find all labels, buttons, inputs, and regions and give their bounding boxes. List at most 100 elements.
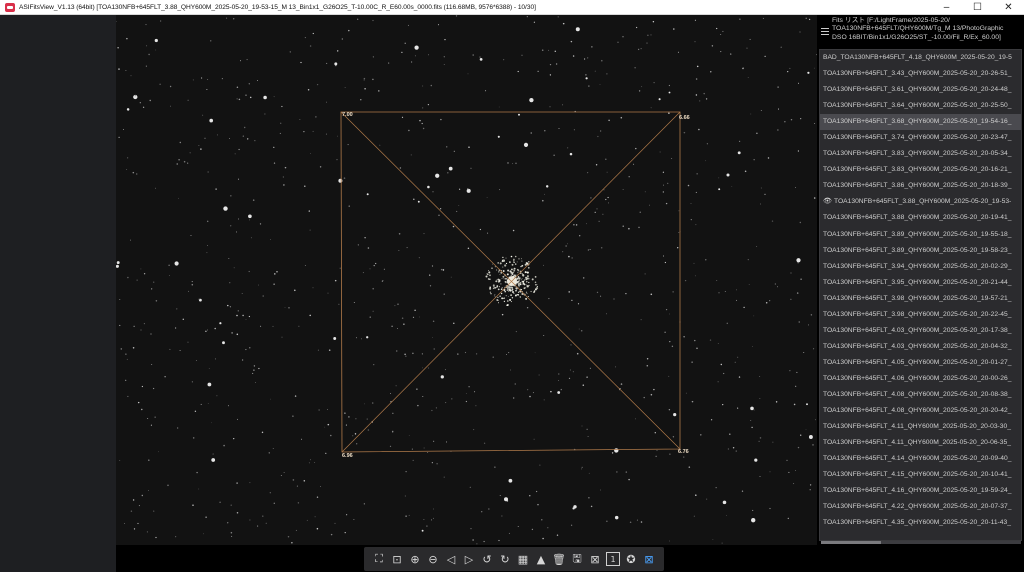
file-list-item[interactable]: TOA130NFB+645FLT_3.64_QHY600M_2025-05-20…	[820, 98, 1021, 114]
fits-list-header: Fits リスト [F:/LightFrame/2025-05-20/ TOA1…	[817, 15, 1024, 48]
file-list-item[interactable]: TOA130NFB+645FLT_4.06_QHY600M_2025-05-20…	[820, 371, 1021, 387]
file-list-item[interactable]: TOA130NFB+645FLT_4.22_QHY600M_2025-05-20…	[820, 499, 1021, 515]
image-toolbar: ⛶ ⊡ ⊕ ⊖ ◁ ▷ ↺ ↻ ▦ ▲ 🗑 🖫 ⊠ 1 ✪ ⊠	[364, 547, 664, 571]
eye-icon: 👁	[823, 198, 832, 206]
file-list-item[interactable]: TOA130NFB+645FLT_4.16_QHY600M_2025-05-20…	[820, 483, 1021, 499]
file-name: TOA130NFB+645FLT_4.05_QHY600M_2025-05-20…	[823, 358, 1012, 366]
file-list-item[interactable]: TOA130NFB+645FLT_3.95_QHY600M_2025-05-20…	[820, 275, 1021, 291]
file-name: TOA130NFB+645FLT_3.98_QHY600M_2025-05-20…	[823, 310, 1012, 318]
file-name: TOA130NFB+645FLT_4.35_QHY600M_2025-05-20…	[823, 519, 1011, 527]
zoom-in-icon[interactable]: ⊕	[408, 552, 422, 566]
file-list-item[interactable]: TOA130NFB+645FLT_4.11_QHY600M_2025-05-20…	[820, 435, 1021, 451]
stretch-icon[interactable]: ▦	[516, 552, 530, 566]
file-name: TOA130NFB+645FLT_4.11_QHY600M_2025-05-20…	[823, 423, 1011, 431]
file-list-item[interactable]: TOA130NFB+645FLT_3.89_QHY600M_2025-05-20…	[820, 243, 1021, 259]
image-viewport[interactable]: 7.00 6.66 6.96 6.76	[116, 15, 817, 545]
file-name: TOA130NFB+645FLT_4.08_QHY600M_2025-05-20…	[823, 390, 1012, 398]
zoom-out-icon[interactable]: ⊖	[426, 552, 440, 566]
tilt-label-bottom-right: 6.76	[678, 449, 689, 455]
file-list-item[interactable]: TOA130NFB+645FLT_3.86_QHY600M_2025-05-20…	[820, 178, 1021, 194]
compare-icon[interactable]: ⊠	[588, 552, 602, 566]
file-list-scrollbar[interactable]	[821, 541, 1021, 544]
file-name: TOA130NFB+645FLT_3.74_QHY600M_2025-05-20…	[823, 134, 1012, 142]
file-list-item[interactable]: TOA130NFB+645FLT_4.05_QHY600M_2025-05-20…	[820, 355, 1021, 371]
file-list-item[interactable]: TOA130NFB+645FLT_4.11_QHY600M_2025-05-20…	[820, 419, 1021, 435]
one-to-one-icon[interactable]: 1	[606, 552, 620, 566]
star-field: 7.00 6.66 6.96 6.76	[116, 15, 817, 545]
file-name: TOA130NFB+645FLT_3.89_QHY600M_2025-05-20…	[823, 230, 1012, 238]
file-list-item[interactable]: TOA130NFB+645FLT_3.98_QHY600M_2025-05-20…	[820, 307, 1021, 323]
file-name: TOA130NFB+645FLT_3.88_QHY600M_2025-05-20…	[823, 214, 1012, 222]
file-list-item[interactable]: TOA130NFB+645FLT_4.15_QHY600M_2025-05-20…	[820, 467, 1021, 483]
save-icon[interactable]: 🖫	[570, 552, 584, 566]
file-name: TOA130NFB+645FLT_3.89_QHY600M_2025-05-20…	[823, 246, 1012, 254]
file-list-item[interactable]: BAD_TOA130NFB+645FLT_4.18_QHY600M_2025-0…	[820, 50, 1021, 66]
star-detect-icon[interactable]: ▲	[534, 552, 548, 566]
file-list-item[interactable]: 👁 TOA130NFB+645FLT_3.88_QHY600M_2025-05-2…	[820, 194, 1021, 210]
file-list-item[interactable]: TOA130NFB+645FLT_4.14_QHY600M_2025-05-20…	[820, 451, 1021, 467]
file-name: TOA130NFB+645FLT_3.68_QHY600M_2025-05-20…	[823, 118, 1012, 126]
file-list-item[interactable]: TOA130NFB+645FLT_3.74_QHY600M_2025-05-20…	[820, 130, 1021, 146]
fits-path-line-1: Fits リスト [F:/LightFrame/2025-05-20/	[832, 17, 950, 24]
file-name: TOA130NFB+645FLT_3.83_QHY600M_2025-05-20…	[823, 150, 1012, 158]
rotate-right-icon[interactable]: ↻	[498, 552, 512, 566]
file-list-item[interactable]: TOA130NFB+645FLT_3.43_QHY600M_2025-05-20…	[820, 66, 1021, 82]
left-panel	[0, 15, 116, 572]
bottom-area: ⛶ ⊡ ⊕ ⊖ ◁ ▷ ↺ ↻ ▦ ▲ 🗑 🖫 ⊠ 1 ✪ ⊠	[116, 545, 1024, 572]
tilt-overlay-icon[interactable]: ⊠	[642, 552, 656, 566]
minimize-button[interactable]: –	[931, 0, 962, 15]
file-list-item[interactable]: TOA130NFB+645FLT_3.83_QHY600M_2025-05-20…	[820, 146, 1021, 162]
fits-path-line-3: DSO 16BIT/Bin1x1/G26O25/ST_-10.00/Fil_R/…	[832, 33, 1001, 41]
file-list-item[interactable]: TOA130NFB+645FLT_3.68_QHY600M_2025-05-20…	[820, 114, 1021, 131]
fits-file-list[interactable]: BAD_TOA130NFB+645FLT_4.18_QHY600M_2025-0…	[819, 49, 1022, 541]
file-list-item[interactable]: TOA130NFB+645FLT_3.88_QHY600M_2025-05-20…	[820, 210, 1021, 226]
file-name: BAD_TOA130NFB+645FLT_4.18_QHY600M_2025-0…	[823, 54, 1012, 61]
actual-size-icon[interactable]: ⊡	[390, 552, 404, 566]
file-name: TOA130NFB+645FLT_3.64_QHY600M_2025-05-20…	[823, 102, 1012, 110]
next-icon[interactable]: ▷	[462, 552, 476, 566]
tilt-label-bottom-left: 6.96	[342, 453, 353, 459]
file-name: TOA130NFB+645FLT_4.03_QHY600M_2025-05-20…	[823, 342, 1012, 350]
close-button[interactable]: ✕	[993, 0, 1024, 15]
file-list-item[interactable]: TOA130NFB+645FLT_3.89_QHY600M_2025-05-20…	[820, 227, 1021, 243]
title-bar: ASIFitsView_V1.13 (64bit) [TOA130NFB+645…	[0, 0, 1024, 15]
file-list-item[interactable]: TOA130NFB+645FLT_3.98_QHY600M_2025-05-20…	[820, 291, 1021, 307]
file-name: TOA130NFB+645FLT_3.88_QHY600M_2025-05-20…	[834, 198, 1012, 206]
file-name: TOA130NFB+645FLT_4.15_QHY600M_2025-05-20…	[823, 471, 1012, 479]
file-name: TOA130NFB+645FLT_3.43_QHY600M_2025-05-20…	[823, 70, 1012, 78]
file-name: TOA130NFB+645FLT_4.14_QHY600M_2025-05-20…	[823, 455, 1012, 463]
file-name: TOA130NFB+645FLT_3.83_QHY600M_2025-05-20…	[823, 166, 1012, 174]
file-name: TOA130NFB+645FLT_4.03_QHY600M_2025-05-20…	[823, 326, 1012, 334]
file-name: TOA130NFB+645FLT_3.95_QHY600M_2025-05-20…	[823, 278, 1012, 286]
file-name: TOA130NFB+645FLT_4.22_QHY600M_2025-05-20…	[823, 503, 1012, 511]
menu-icon[interactable]	[821, 28, 829, 35]
maximize-button[interactable]: ☐	[962, 0, 993, 15]
file-list-item[interactable]: TOA130NFB+645FLT_4.03_QHY600M_2025-05-20…	[820, 339, 1021, 355]
previous-icon[interactable]: ◁	[444, 552, 458, 566]
star-analysis-icon[interactable]: ✪	[624, 552, 638, 566]
file-list-scroll-thumb[interactable]	[821, 541, 881, 544]
file-list-item[interactable]: TOA130NFB+645FLT_3.94_QHY600M_2025-05-20…	[820, 259, 1021, 275]
file-list-item[interactable]: TOA130NFB+645FLT_4.08_QHY600M_2025-05-20…	[820, 403, 1021, 419]
tilt-label-top-right: 6.66	[679, 115, 690, 121]
window-title: ASIFitsView_V1.13 (64bit) [TOA130NFB+645…	[19, 3, 536, 11]
rotate-left-icon[interactable]: ↺	[480, 552, 494, 566]
file-list-item[interactable]: TOA130NFB+645FLT_4.03_QHY600M_2025-05-20…	[820, 323, 1021, 339]
file-name: TOA130NFB+645FLT_4.06_QHY600M_2025-05-20…	[823, 374, 1012, 382]
fit-to-window-icon[interactable]: ⛶	[372, 552, 386, 566]
file-list-item[interactable]: TOA130NFB+645FLT_4.08_QHY600M_2025-05-20…	[820, 387, 1021, 403]
file-name: TOA130NFB+645FLT_3.98_QHY600M_2025-05-20…	[823, 294, 1012, 302]
file-list-item[interactable]: TOA130NFB+645FLT_3.83_QHY600M_2025-05-20…	[820, 162, 1021, 178]
app-icon	[5, 2, 15, 12]
file-name: TOA130NFB+645FLT_4.16_QHY600M_2025-05-20…	[823, 487, 1012, 495]
file-list-item[interactable]: TOA130NFB+645FLT_4.35_QHY600M_2025-05-20…	[820, 515, 1021, 531]
file-name: TOA130NFB+645FLT_4.11_QHY600M_2025-05-20…	[823, 439, 1011, 447]
fits-path-line-2: TOA130NFB+645FLT/QHY600M/Tg_M 13/PhotoGr…	[832, 25, 1004, 33]
file-list-item[interactable]: TOA130NFB+645FLT_3.61_QHY600M_2025-05-20…	[820, 82, 1021, 98]
file-name: TOA130NFB+645FLT_3.94_QHY600M_2025-05-20…	[823, 262, 1012, 270]
file-name: TOA130NFB+645FLT_4.08_QHY600M_2025-05-20…	[823, 407, 1012, 415]
tilt-label-top-left: 7.00	[342, 112, 353, 118]
delete-icon[interactable]: 🗑	[552, 552, 566, 566]
file-name: TOA130NFB+645FLT_3.61_QHY600M_2025-05-20…	[823, 86, 1012, 94]
file-name: TOA130NFB+645FLT_3.86_QHY600M_2025-05-20…	[823, 182, 1012, 190]
